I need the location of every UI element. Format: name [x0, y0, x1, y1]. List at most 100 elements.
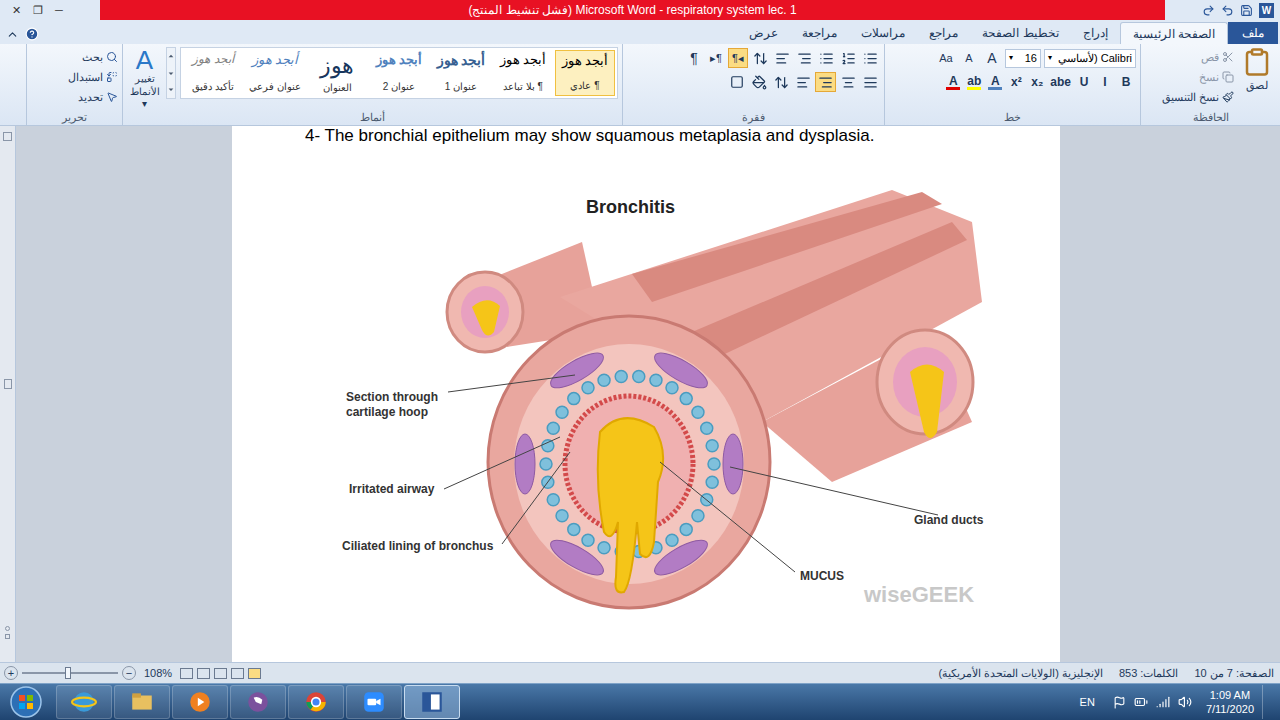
clipboard-group: لصققصنسخنسخ التنسيقالحافظة: [1140, 44, 1280, 125]
gallery-scroll[interactable]: [166, 47, 176, 99]
align-button[interactable]: [793, 72, 813, 92]
scroll-arrow-icon: [167, 65, 175, 82]
title-band: (فشل تنشيط المنتج) Microsoft Word - resp…: [100, 0, 1165, 20]
status-item[interactable]: الصفحة: 7 من 10: [1194, 665, 1274, 682]
font-tool-button[interactable]: A: [982, 48, 1002, 68]
document-area: 4- The bronchial epithelium may show squ…: [0, 126, 1280, 662]
text-direction-button[interactable]: ¶◂: [728, 48, 748, 68]
ribbon-tab[interactable]: إدراج: [1071, 22, 1120, 44]
figure-label: Irritated airway: [349, 482, 434, 497]
window-control-button[interactable]: ✕: [12, 5, 21, 16]
borders-button[interactable]: [727, 72, 747, 92]
window-controls: ✕ ❐ ─: [0, 0, 100, 20]
start-button[interactable]: [0, 686, 52, 718]
clipboard-item[interactable]: نسخ التنسيق: [1162, 88, 1234, 106]
align-button[interactable]: [838, 72, 858, 92]
view-button-icon[interactable]: [214, 668, 227, 679]
clipboard-item[interactable]: قص: [1162, 48, 1234, 66]
zoom-out-button[interactable]: −: [122, 666, 136, 680]
font-format-button[interactable]: I: [1095, 72, 1115, 92]
font-size-box[interactable]: 16▾: [1005, 49, 1041, 68]
font-format-button[interactable]: ab: [964, 72, 984, 92]
font-format-button[interactable]: U: [1074, 72, 1094, 92]
taskbar-app[interactable]: [172, 685, 228, 719]
align-icon: [863, 75, 878, 90]
font-format-button[interactable]: x₂: [1027, 72, 1047, 92]
view-button-icon[interactable]: [231, 668, 244, 679]
network-icon[interactable]: [1156, 695, 1170, 709]
taskbar-app[interactable]: [114, 685, 170, 719]
editing-item[interactable]: تحديد: [68, 88, 118, 106]
font-tool-button[interactable]: Aa: [936, 48, 956, 68]
editing-item[interactable]: بحث: [68, 48, 118, 66]
editing-item[interactable]: استبدال: [68, 68, 118, 86]
text-direction-button[interactable]: ▸¶: [706, 48, 726, 68]
ribbon-tab[interactable]: مراسلات: [849, 22, 917, 44]
numbering-button[interactable]: [838, 48, 858, 68]
font-format-button[interactable]: B: [1116, 72, 1136, 92]
status-item[interactable]: الإنجليزية (الولايات المتحدة الأمريكية): [938, 665, 1103, 682]
style-item[interactable]: أبجد هوزعنوان 1: [431, 50, 491, 96]
font-format-button[interactable]: abe: [1048, 72, 1073, 92]
window-control-button[interactable]: ❐: [33, 5, 43, 16]
status-item[interactable]: الكلمات: 853: [1119, 665, 1178, 682]
clock[interactable]: 1:09 AM7/11/2020: [1206, 688, 1254, 716]
taskbar-app[interactable]: [404, 685, 460, 719]
style-item[interactable]: أبجد هوز¶ عادي: [555, 50, 615, 96]
battery-icon[interactable]: [1134, 695, 1148, 709]
show-marks-button[interactable]: ¶: [684, 48, 704, 68]
taskbar-app[interactable]: [288, 685, 344, 719]
style-item[interactable]: أبجد هوزعنوان فرعي: [245, 50, 305, 96]
style-item[interactable]: أبجد هوز¶ بلا تباعد: [493, 50, 553, 96]
language-indicator[interactable]: EN: [1080, 694, 1095, 711]
ribbon-tab[interactable]: مراجع: [917, 22, 970, 44]
indent-icon: [797, 51, 812, 66]
multilevel-button[interactable]: [816, 48, 836, 68]
taskbar-app[interactable]: [230, 685, 286, 719]
ribbon-tab[interactable]: عرض: [737, 22, 790, 44]
figure-credit: wiseGEEK: [864, 578, 974, 611]
ribbon-tab[interactable]: الصفحة الرئيسية: [1120, 22, 1228, 44]
ribbon-tab[interactable]: تخطيط الصفحة: [970, 22, 1070, 44]
bullets-button[interactable]: [860, 48, 880, 68]
collapse-ribbon-icon[interactable]: [6, 28, 19, 41]
font-tool-button[interactable]: A: [959, 48, 979, 68]
group-label: فقرة: [623, 110, 884, 125]
font-name-box[interactable]: Calibri (لأساسي▾: [1044, 49, 1136, 68]
align-button[interactable]: [860, 72, 880, 92]
sort-button[interactable]: [750, 48, 770, 68]
clipboard-item[interactable]: نسخ: [1162, 68, 1234, 86]
file-tab[interactable]: ملف: [1228, 22, 1278, 44]
line-spacing-button[interactable]: [771, 72, 791, 92]
shading-button[interactable]: [749, 72, 769, 92]
zoom-level[interactable]: 108%: [140, 665, 176, 682]
paste-button[interactable]: لصق: [1238, 47, 1276, 110]
view-button-icon[interactable]: [180, 668, 193, 679]
zoom-slider[interactable]: [22, 666, 118, 680]
align-button[interactable]: [815, 72, 836, 92]
word-logo[interactable]: W: [1259, 3, 1274, 18]
font-format-button[interactable]: x²: [1006, 72, 1026, 92]
ribbon-tab[interactable]: مراجعة: [790, 22, 849, 44]
taskbar-app[interactable]: [56, 685, 112, 719]
save-icon[interactable]: [1240, 4, 1253, 17]
help-icon[interactable]: [25, 27, 39, 41]
action-center-icon[interactable]: [1113, 696, 1126, 709]
taskbar-app[interactable]: [346, 685, 402, 719]
outdent-button[interactable]: [772, 48, 792, 68]
font-format-button[interactable]: A: [985, 72, 1005, 92]
style-item[interactable]: أبجد هوزعنوان 2: [369, 50, 429, 96]
view-button-icon[interactable]: [248, 668, 261, 679]
undo-icon[interactable]: [1221, 4, 1234, 17]
volume-icon[interactable]: [1178, 695, 1192, 709]
style-item[interactable]: أبجد هوزتأكيد دقيق: [183, 50, 243, 96]
window-control-button[interactable]: ─: [55, 5, 63, 16]
indent-button[interactable]: [794, 48, 814, 68]
font-format-button[interactable]: A: [943, 72, 963, 92]
redo-icon[interactable]: [1202, 4, 1215, 17]
change-styles-button[interactable]: Aتغيير الأنماط ▾: [127, 47, 162, 110]
view-button-icon[interactable]: [197, 668, 210, 679]
style-item[interactable]: هوزالعنوان: [307, 50, 367, 96]
zoom-in-button[interactable]: +: [4, 666, 18, 680]
show-desktop-button[interactable]: [1262, 685, 1272, 719]
